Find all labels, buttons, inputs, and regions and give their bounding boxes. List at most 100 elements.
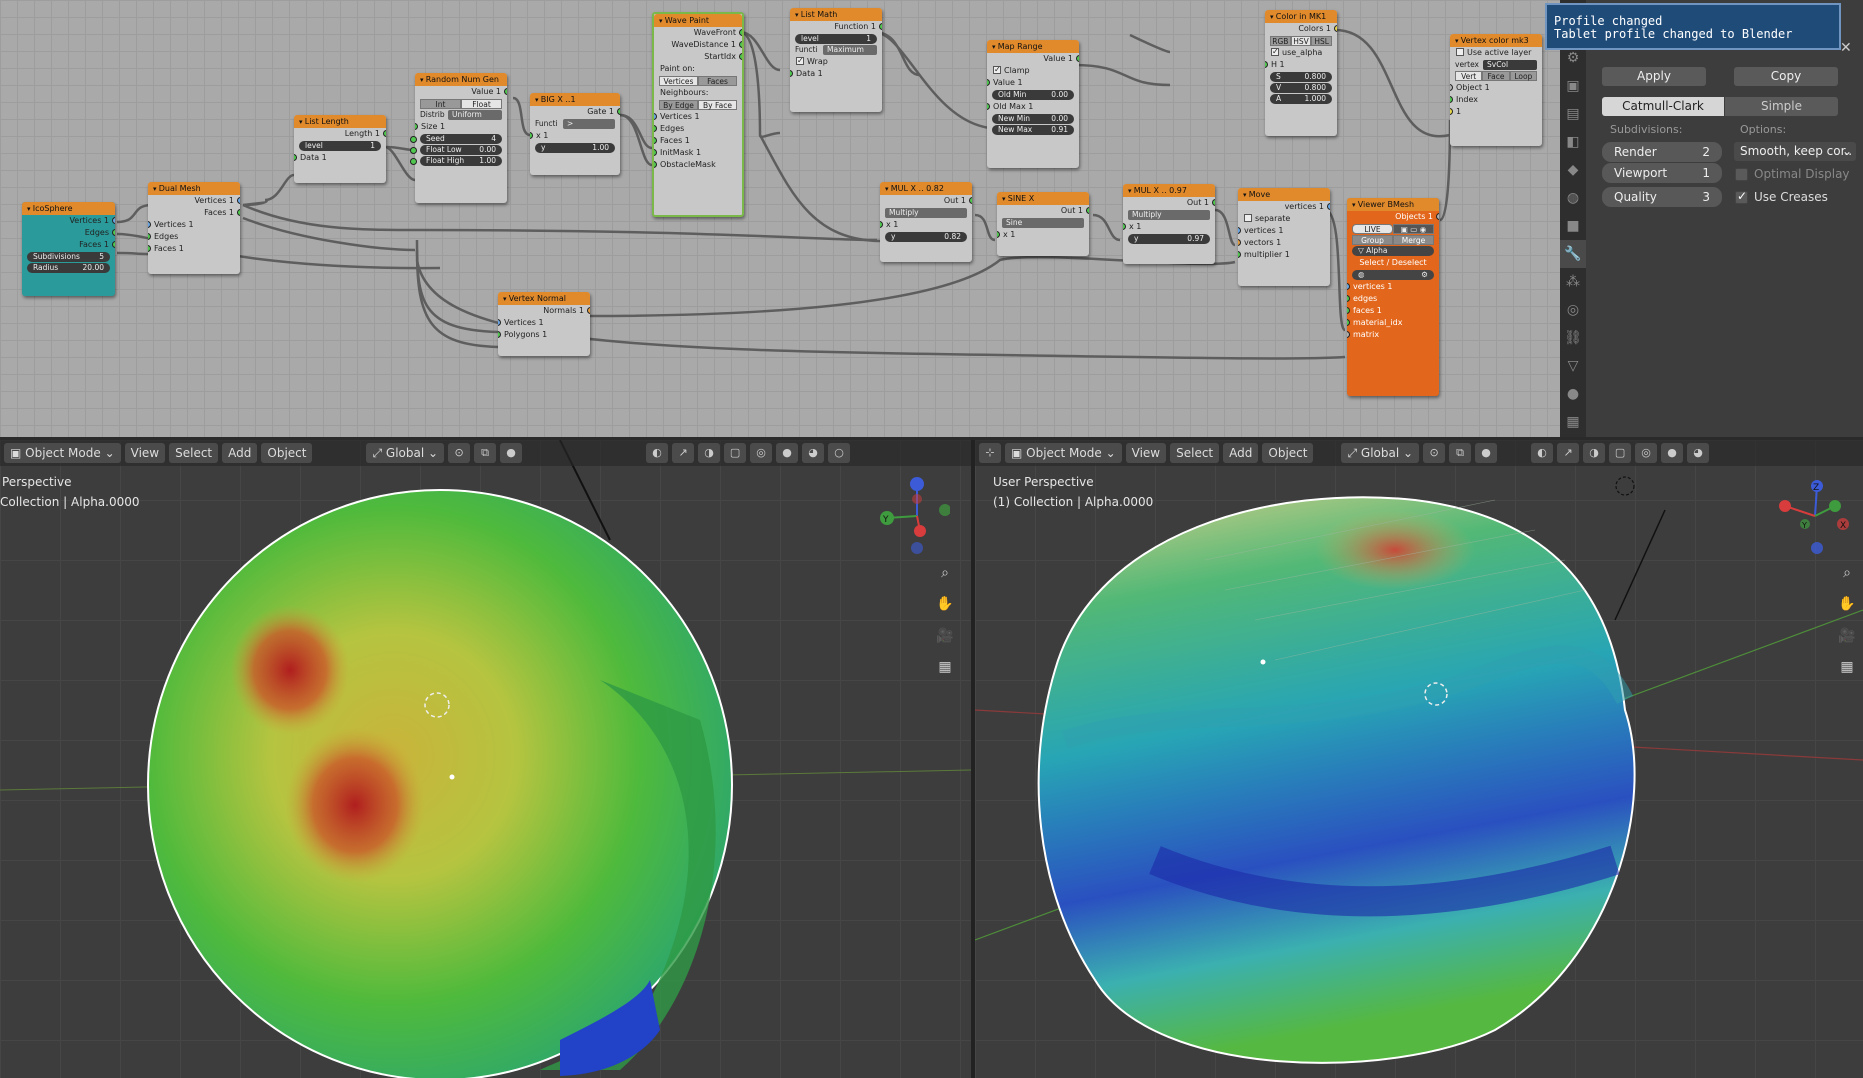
- checkbox-icon[interactable]: [796, 56, 804, 67]
- function-select[interactable]: Functi >: [535, 119, 615, 129]
- simple-tab[interactable]: Simple: [1725, 97, 1838, 116]
- select-deselect-button[interactable]: Select / Deselect: [1347, 257, 1439, 269]
- socket-obstaclemask-in[interactable]: ObstacleMask: [654, 159, 742, 171]
- radius-field[interactable]: Radius 20.00: [27, 263, 110, 273]
- paint-on-toggle[interactable]: Vertices Faces: [659, 76, 737, 86]
- node-map-range[interactable]: Map Range Value 1 Clamp Value 1 Old Min0…: [987, 40, 1079, 168]
- wrap-checkbox[interactable]: Wrap: [790, 56, 882, 68]
- modifier-wrench-icon[interactable]: 🔧: [1560, 240, 1586, 268]
- physics-tab-icon[interactable]: ◎: [1560, 296, 1586, 324]
- navigation-gizmo[interactable]: Z X Y: [1775, 476, 1855, 556]
- menu-object[interactable]: Object: [1262, 443, 1314, 463]
- particles-tab-icon[interactable]: ⁂: [1560, 268, 1586, 296]
- node-list-length[interactable]: List Length Length 1 level1 Data 1: [294, 115, 386, 183]
- socket-color-in[interactable]: 1: [1450, 106, 1542, 118]
- node-move[interactable]: Move vertices 1 separate vertices 1 vect…: [1238, 188, 1330, 286]
- distrib-select[interactable]: Distrib Uniform: [420, 110, 502, 120]
- menu-select[interactable]: Select: [169, 443, 219, 463]
- function-select[interactable]: Multiply: [885, 208, 967, 218]
- node-sine[interactable]: SINE X Out 1 Sine x 1: [997, 192, 1089, 256]
- float-low-field[interactable]: Float Low 0.00: [410, 145, 502, 155]
- zoom-icon[interactable]: ⌕: [1835, 561, 1859, 585]
- socket-object-in[interactable]: Object 1: [1450, 82, 1542, 94]
- neighbours-toggle[interactable]: By Edge By Face: [659, 100, 737, 110]
- new-min-field[interactable]: New Min 0.00: [992, 114, 1074, 124]
- world-tab-icon[interactable]: ◍: [1560, 184, 1586, 212]
- proportional-edit-icon[interactable]: ●: [500, 443, 523, 463]
- socket-faces-in[interactable]: Faces 1: [654, 135, 742, 147]
- float-high-field[interactable]: Float High 1.00: [410, 156, 502, 166]
- socket-h-in[interactable]: H 1: [1265, 59, 1337, 71]
- socket-old-max-in[interactable]: Old Max 1: [987, 101, 1079, 113]
- socket-function-out[interactable]: Function 1: [790, 21, 882, 33]
- node-random-num-gen[interactable]: Random Num Gen Value 1 IntFloat DistribU…: [410, 73, 507, 203]
- seed-field[interactable]: Seed 4: [410, 134, 502, 144]
- mode-toggle[interactable]: Int Float: [420, 99, 502, 109]
- y-field[interactable]: y 1.00: [535, 143, 615, 153]
- material-tab-icon[interactable]: ●: [1560, 380, 1586, 408]
- checkbox-icon[interactable]: [1735, 189, 1748, 204]
- socket-vertices-in[interactable]: vertices 1: [1238, 225, 1330, 237]
- socket-vertices-out[interactable]: Vertices 1: [22, 215, 115, 227]
- display-icons[interactable]: ▣ ▭ ◉: [1393, 224, 1434, 234]
- node-dual-mesh[interactable]: Dual Mesh Vertices 1 Faces 1 Vertices 1 …: [148, 182, 240, 274]
- socket-faces-in[interactable]: Faces 1: [148, 243, 240, 255]
- material-shading-icon[interactable]: ◕: [1687, 443, 1710, 463]
- scene-tab-icon[interactable]: ◆: [1560, 156, 1586, 184]
- constraints-tab-icon[interactable]: ⛓: [1560, 324, 1586, 352]
- solid-shading-icon[interactable]: ●: [1661, 443, 1684, 463]
- socket-value-out[interactable]: Value 1: [987, 53, 1079, 65]
- socket-data-in[interactable]: Data 1: [790, 68, 882, 80]
- menu-add[interactable]: Add: [222, 443, 258, 463]
- view-layer-tab-icon[interactable]: ◧: [1560, 128, 1586, 156]
- socket-out[interactable]: Out 1: [1123, 197, 1215, 209]
- y-field[interactable]: y 0.82: [885, 232, 967, 242]
- checkbox-icon[interactable]: [993, 65, 1001, 76]
- mode-dropdown[interactable]: ▣ Object Mode ⌄: [1005, 443, 1122, 463]
- y-field[interactable]: y 0.97: [1128, 234, 1210, 244]
- s-field[interactable]: S 0.800: [1270, 72, 1332, 82]
- separate-checkbox[interactable]: separate: [1238, 213, 1330, 225]
- socket-edges-in[interactable]: Edges: [148, 231, 240, 243]
- socket-x-in[interactable]: x 1: [1123, 221, 1215, 233]
- socket-material-in[interactable]: material_idx: [1347, 317, 1439, 329]
- output-tab-icon[interactable]: ▤: [1560, 100, 1586, 128]
- checkbox-icon[interactable]: [1244, 213, 1252, 222]
- close-icon[interactable]: ✕: [1840, 40, 1852, 56]
- menu-add[interactable]: Add: [1223, 443, 1259, 463]
- grid-toggle-icon[interactable]: ▦: [933, 655, 957, 679]
- proportional-edit-icon[interactable]: ●: [1475, 443, 1498, 463]
- zoom-icon[interactable]: ⌕: [933, 561, 957, 585]
- socket-out[interactable]: Out 1: [997, 205, 1089, 217]
- socket-faces-out[interactable]: Faces 1: [148, 207, 240, 219]
- a-field[interactable]: A 1.000: [1270, 94, 1332, 104]
- function-select[interactable]: Sine: [1002, 218, 1084, 228]
- use-alpha-checkbox[interactable]: use_alpha: [1265, 47, 1337, 59]
- pan-hand-icon[interactable]: ✋: [933, 592, 957, 616]
- checkbox-icon[interactable]: [1456, 47, 1464, 56]
- socket-out[interactable]: Out 1: [880, 195, 972, 207]
- subdivisions-field[interactable]: Subdivisions 5: [27, 252, 110, 262]
- pivot-icon[interactable]: ⊙: [1423, 443, 1446, 463]
- xray-icon[interactable]: ▢: [1609, 443, 1632, 463]
- socket-initmask-in[interactable]: InitMask 1: [654, 147, 742, 159]
- use-active-layer-checkbox[interactable]: Use active layer: [1450, 47, 1542, 59]
- socket-edges-in[interactable]: edges: [1347, 293, 1439, 305]
- menu-select[interactable]: Select: [1170, 443, 1220, 463]
- node-wave-paint[interactable]: Wave Paint WaveFront WaveDistance 1 Star…: [652, 12, 744, 217]
- socket-matrix-in[interactable]: matrix: [1347, 329, 1439, 341]
- socket-edges-out[interactable]: Edges: [22, 227, 115, 239]
- rendered-shading-icon[interactable]: ○: [828, 443, 851, 463]
- transform-orientation-dropdown[interactable]: ⤢ Global ⌄: [366, 443, 445, 463]
- copy-button[interactable]: Copy: [1734, 67, 1838, 86]
- socket-faces-out[interactable]: Faces 1: [22, 239, 115, 251]
- editor-type-icon[interactable]: ⊹: [979, 443, 1001, 463]
- 3d-viewport-right[interactable]: ⊹ ▣ Object Mode ⌄ View Select Add Object…: [975, 440, 1863, 1078]
- socket-multiplier-in[interactable]: multiplier 1: [1238, 249, 1330, 261]
- node-editor[interactable]: IcoSphere Vertices 1 Edges Faces 1 Subdi…: [0, 0, 1560, 437]
- use-creases-checkbox[interactable]: Use Creases: [1735, 189, 1828, 204]
- socket-vertices-in[interactable]: Vertices 1: [148, 219, 240, 231]
- material-shading-icon[interactable]: ◕: [802, 443, 825, 463]
- render-levels-field[interactable]: Render 2: [1602, 142, 1722, 162]
- checkbox-icon[interactable]: [1271, 47, 1279, 58]
